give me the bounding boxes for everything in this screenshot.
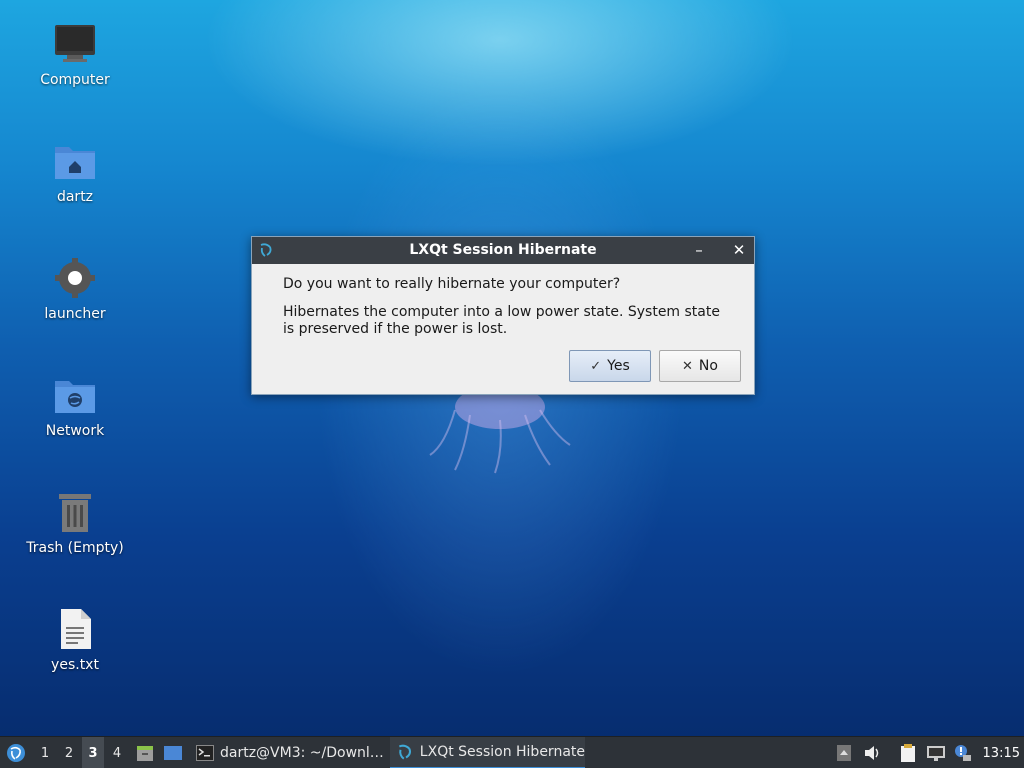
desktop-icon-launcher[interactable]: launcher xyxy=(20,256,130,322)
desktop-icon xyxy=(164,746,182,760)
dialog-title: LXQt Session Hibernate xyxy=(409,242,597,258)
workspace-1[interactable]: 1 xyxy=(34,737,56,768)
desktop-icon-network[interactable]: Network xyxy=(20,373,130,439)
gear-icon xyxy=(55,258,95,298)
no-button[interactable]: ✕ No xyxy=(659,350,741,382)
terminal-icon xyxy=(196,745,214,761)
task-label: dartz@VM3: ~/Downl… xyxy=(220,745,384,761)
dialog-titlebar[interactable]: LXQt Session Hibernate – ✕ xyxy=(252,237,754,264)
tray-arrow-button[interactable] xyxy=(834,737,854,768)
desktop-icon-trash[interactable]: Trash (Empty) xyxy=(20,490,130,556)
file-manager-launcher[interactable] xyxy=(134,737,156,768)
network-wired-icon xyxy=(927,746,945,761)
no-button-label: No xyxy=(698,358,718,374)
main-menu-button[interactable] xyxy=(4,737,28,768)
volume-button[interactable] xyxy=(862,737,882,768)
computer-icon xyxy=(55,25,95,62)
workspace-4[interactable]: 4 xyxy=(106,737,128,768)
checkmark-icon: ✓ xyxy=(590,358,602,374)
notification-button[interactable] xyxy=(952,737,972,768)
close-button[interactable]: ✕ xyxy=(730,241,748,259)
network-tray-button[interactable] xyxy=(926,737,946,768)
x-icon: ✕ xyxy=(682,358,693,374)
yes-button-label: Yes xyxy=(607,358,630,374)
desktop-icon-label: Computer xyxy=(40,72,110,88)
desktop-icon-yes-txt[interactable]: yes.txt xyxy=(20,607,130,673)
trash-icon xyxy=(59,494,91,532)
network-folder-icon xyxy=(55,381,95,413)
desktop-icon-label: Trash (Empty) xyxy=(26,540,124,556)
lxqt-menu-icon xyxy=(7,744,25,762)
dialog-description: Hibernates the computer into a low power… xyxy=(283,304,720,337)
jellyfish-wallpaper-decoration xyxy=(429,385,571,474)
notification-icon xyxy=(955,745,971,761)
up-arrow-icon xyxy=(837,745,851,761)
clipboard-icon xyxy=(901,744,915,762)
task-lxqt-session-hibernate[interactable]: LXQt Session Hibernate xyxy=(390,737,585,768)
clipboard-button[interactable] xyxy=(898,737,918,768)
desktop-icon-label: dartz xyxy=(56,189,94,205)
yes-button[interactable]: ✓ Yes xyxy=(569,350,651,382)
hibernate-dialog: LXQt Session Hibernate – ✕ Do you want t… xyxy=(251,236,755,395)
desktop-icon-label: launcher xyxy=(44,306,106,322)
desktop-icon-dartz[interactable]: dartz xyxy=(20,139,130,205)
dialog-question: Do you want to really hibernate your com… xyxy=(283,276,621,292)
file-manager-icon xyxy=(137,746,153,761)
task-label: LXQt Session Hibernate xyxy=(419,744,585,760)
workspace-3[interactable]: 3 xyxy=(82,737,104,768)
clock[interactable]: 13:15 xyxy=(983,737,1020,768)
text-file-icon xyxy=(61,609,91,649)
minimize-button[interactable]: – xyxy=(690,241,708,259)
desktop-icon-label: yes.txt xyxy=(51,657,99,673)
desktop-icon-computer[interactable]: Computer xyxy=(20,22,130,88)
show-desktop-button[interactable] xyxy=(161,737,185,768)
taskbar: 1 2 3 4 dartz@VM3: ~/Downl… LXQt Session… xyxy=(0,736,1024,768)
speaker-icon xyxy=(865,746,879,760)
desktop-icon-label: Network xyxy=(45,423,105,439)
task-terminal[interactable]: dartz@VM3: ~/Downl… xyxy=(190,737,388,768)
home-folder-icon xyxy=(55,147,95,179)
workspace-2[interactable]: 2 xyxy=(58,737,80,768)
lxqt-icon xyxy=(398,744,411,760)
